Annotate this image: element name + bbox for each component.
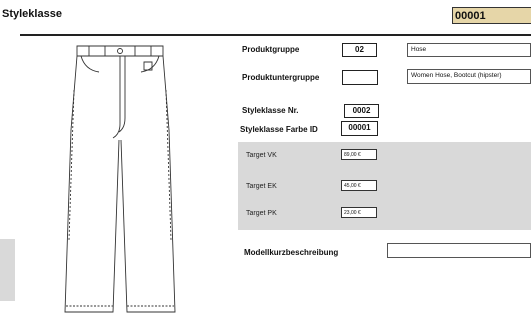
target-pk-label: Target PK — [246, 210, 277, 217]
jeans-sketch-icon — [64, 45, 176, 313]
modellkurzbeschreibung-label: Modellkurzbeschreibung — [244, 248, 339, 257]
styleklasse-nr-label: Styleklasse Nr. — [242, 106, 299, 115]
produktgruppe-description[interactable]: Hose — [407, 43, 531, 57]
target-pk-field[interactable]: 23,00 € — [341, 207, 377, 218]
target-price-panel — [238, 142, 531, 230]
styleklasse-nr-field[interactable]: 0002 — [344, 104, 379, 118]
side-panel-tab — [0, 239, 15, 301]
target-vk-label: Target VK — [246, 152, 277, 159]
produktuntergruppe-label: Produktuntergruppe — [242, 73, 320, 82]
target-vk-field[interactable]: 89,00 € — [341, 149, 377, 160]
modellkurzbeschreibung-field[interactable] — [387, 243, 531, 258]
styleklasse-farbe-id-field[interactable]: 00001 — [341, 121, 378, 136]
produktgruppe-label: Produktgruppe — [242, 45, 300, 54]
produktuntergruppe-description[interactable]: Women Hose, Bootcut (hipster) — [407, 69, 531, 84]
produktgruppe-field[interactable]: 02 — [342, 43, 377, 57]
produktuntergruppe-field[interactable] — [342, 70, 378, 85]
page-title: Styleklasse — [2, 8, 62, 20]
styleklasse-farbe-id-label: Styleklasse Farbe ID — [240, 125, 318, 134]
header-bar: Styleklasse 00001 — [0, 0, 531, 32]
target-ek-label: Target EK — [246, 183, 277, 190]
styleklasse-id-field[interactable]: 00001 — [452, 7, 531, 24]
header-divider — [20, 34, 531, 36]
target-ek-field[interactable]: 45,00 € — [341, 180, 377, 191]
